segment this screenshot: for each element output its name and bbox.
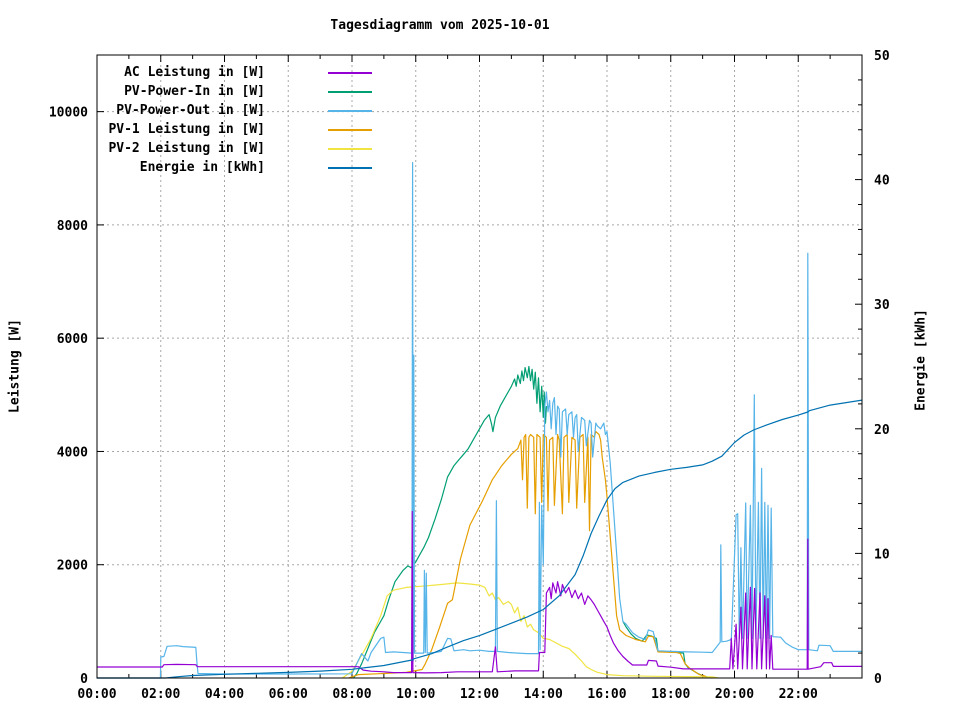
- y-tick-label: 0: [80, 672, 88, 687]
- legend-item: Energie in [kWh]: [95, 158, 372, 177]
- y2-tick-label: 20: [874, 423, 890, 438]
- series-line: [342, 583, 718, 678]
- x-tick-label: 04:00: [205, 687, 244, 702]
- legend-line-swatch: [328, 91, 372, 93]
- x-tick-label: 10:00: [396, 687, 435, 702]
- y-tick-label: 2000: [57, 559, 88, 574]
- x-tick-label: 02:00: [141, 687, 180, 702]
- x-tick-label: 14:00: [524, 687, 563, 702]
- y-tick-label: 6000: [57, 332, 88, 347]
- x-tick-label: 20:00: [715, 687, 754, 702]
- x-tick-label: 12:00: [460, 687, 499, 702]
- y-tick-label: 8000: [57, 219, 88, 234]
- x-tick-label: 22:00: [779, 687, 818, 702]
- y-tick-label: 10000: [49, 106, 88, 121]
- legend-item: AC Leistung in [W]: [95, 63, 372, 82]
- legend: AC Leistung in [W] PV-Power-In in [W] PV-P…: [95, 63, 372, 177]
- y2-tick-label: 40: [874, 174, 890, 189]
- legend-line-swatch: [328, 167, 372, 169]
- y2-tick-label: 50: [874, 49, 890, 64]
- x-tick-label: 08:00: [332, 687, 371, 702]
- legend-line-swatch: [328, 129, 372, 131]
- chart-canvas: Tagesdiagramm vom 2025-10-01 Leistung [W…: [0, 0, 960, 720]
- legend-item: PV-Power-Out in [W]: [95, 101, 372, 120]
- x-tick-label: 16:00: [587, 687, 626, 702]
- y2-tick-label: 0: [874, 672, 882, 687]
- legend-line-swatch: [328, 110, 372, 112]
- legend-label: PV-Power-Out in [W]: [95, 103, 265, 118]
- x-tick-label: 06:00: [269, 687, 308, 702]
- y2-tick-label: 10: [874, 547, 890, 562]
- x-tick-label: 00:00: [77, 687, 116, 702]
- series-line: [354, 367, 708, 679]
- legend-item: PV-2 Leistung in [W]: [95, 139, 372, 158]
- legend-line-swatch: [328, 148, 372, 150]
- legend-item: PV-Power-In in [W]: [95, 82, 372, 101]
- legend-line-swatch: [328, 72, 372, 74]
- legend-label: AC Leistung in [W]: [95, 65, 265, 80]
- legend-label: Energie in [kWh]: [95, 160, 265, 175]
- legend-item: PV-1 Leistung in [W]: [95, 120, 372, 139]
- series-line: [349, 432, 706, 678]
- legend-label: PV-1 Leistung in [W]: [95, 122, 265, 137]
- legend-label: PV-2 Leistung in [W]: [95, 141, 265, 156]
- legend-label: PV-Power-In in [W]: [95, 84, 265, 99]
- y-tick-label: 4000: [57, 445, 88, 460]
- x-tick-label: 18:00: [651, 687, 690, 702]
- y2-tick-label: 30: [874, 298, 890, 313]
